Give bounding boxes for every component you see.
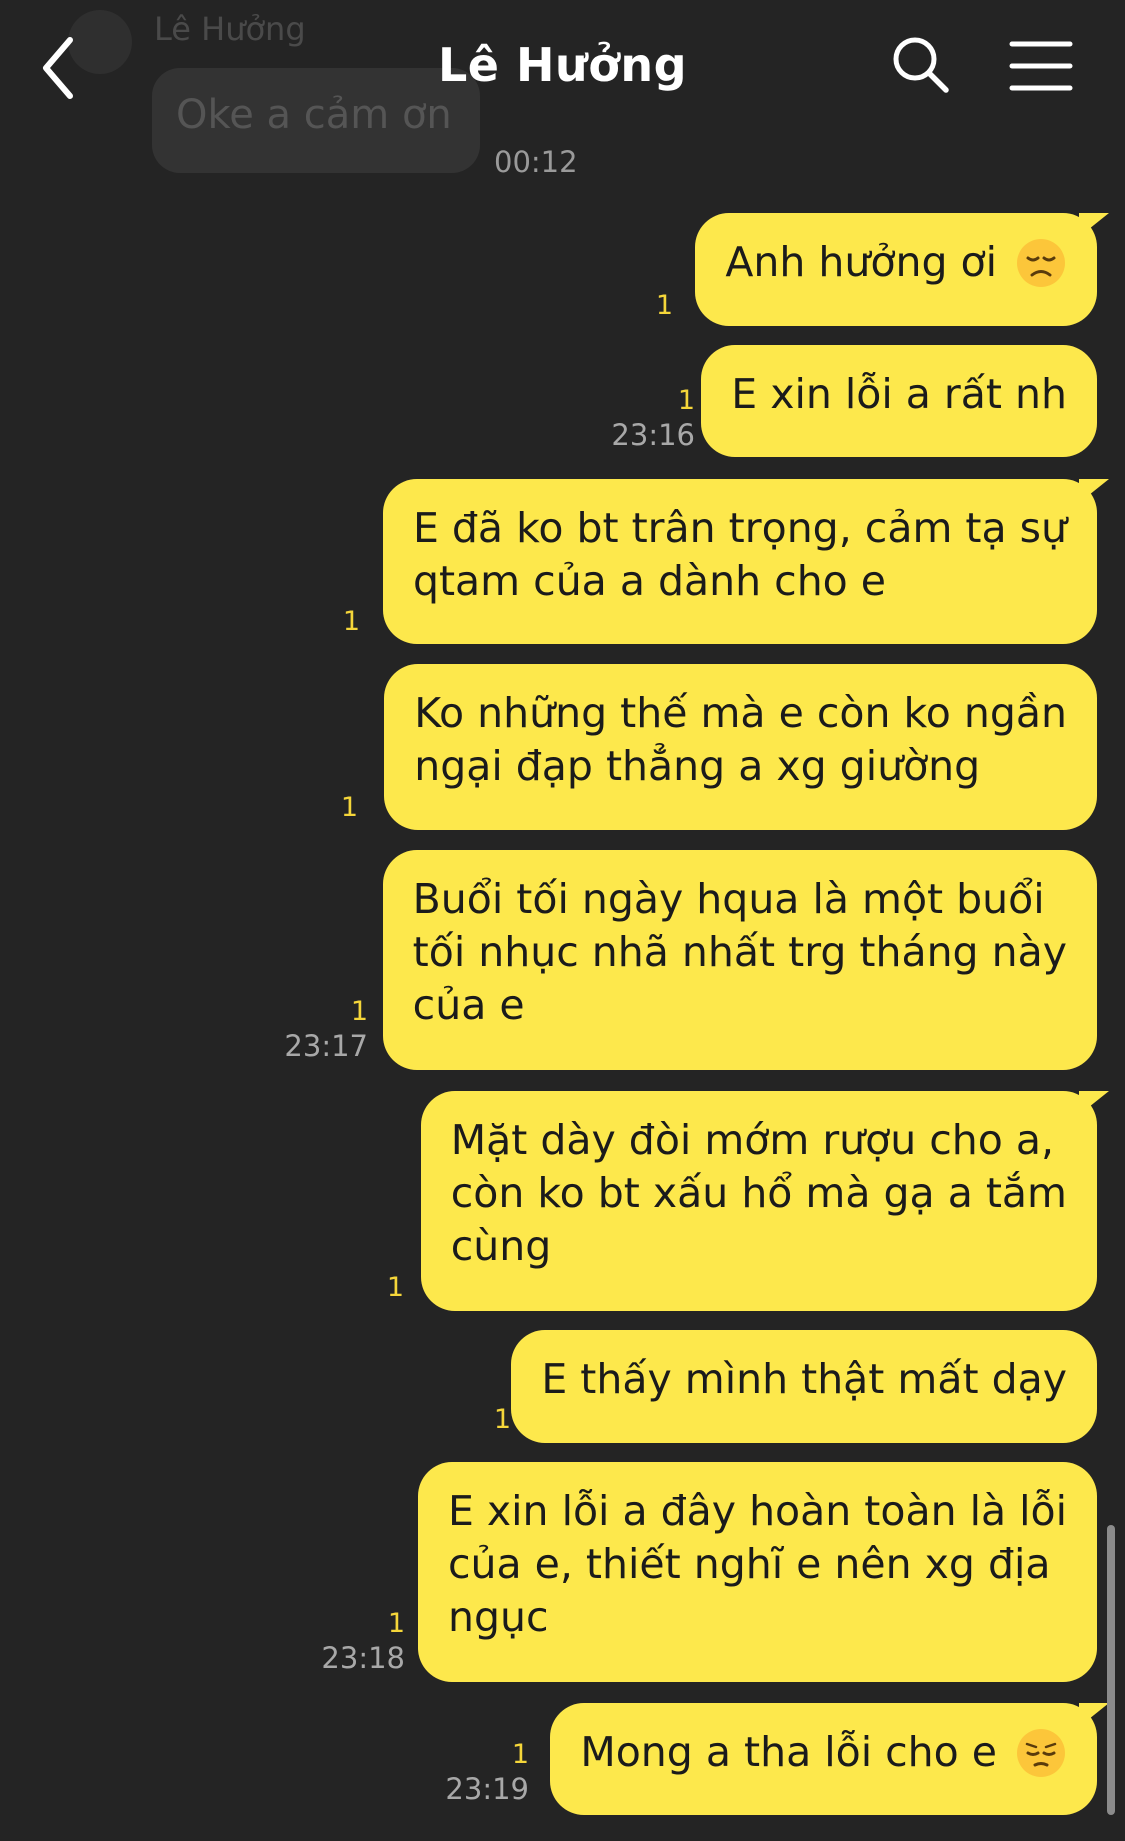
message-time: 23:16 bbox=[611, 418, 695, 452]
outgoing-message-bubble[interactable]: E đã ko bt trân trọng, cảm tạ sự qtam củ… bbox=[382, 479, 1097, 644]
message-meta: 1 bbox=[656, 290, 673, 322]
incoming-message-time: 00:12 bbox=[494, 145, 578, 179]
message-meta: 1 bbox=[494, 1404, 511, 1436]
message-time: 23:19 bbox=[445, 1772, 529, 1806]
search-button[interactable] bbox=[890, 34, 952, 96]
menu-button[interactable] bbox=[1008, 38, 1074, 94]
outgoing-message-bubble[interactable]: E thấy mình thật mất dạy bbox=[511, 1330, 1097, 1443]
message-meta: 1 23:17 bbox=[284, 996, 368, 1064]
search-icon bbox=[893, 37, 949, 93]
unread-count: 1 bbox=[493, 1404, 511, 1435]
message-text-line: của e, thiết nghĩ e nên xg địa bbox=[447, 1540, 1051, 1588]
message-time: 23:18 bbox=[321, 1641, 405, 1675]
unread-count: 1 bbox=[386, 1272, 404, 1303]
message-meta: 1 bbox=[387, 1272, 404, 1304]
outgoing-message-bubble[interactable]: Mặt dày đòi mớm rượu cho a, còn ko bt xấ… bbox=[420, 1091, 1097, 1311]
unread-count: 1 bbox=[655, 290, 673, 321]
message-text-line: của e bbox=[412, 981, 525, 1029]
message-meta: 1 23:19 bbox=[445, 1739, 529, 1807]
unread-count: 1 bbox=[677, 385, 695, 416]
chat-screen: Lê Hưởng Oke a cảm ơn 00:12 Lê Hưởng Anh… bbox=[0, 0, 1125, 1841]
chat-header: Lê Hưởng bbox=[0, 0, 1125, 140]
message-text-line: còn ko bt xấu hổ mà gạ a tắm bbox=[450, 1169, 1067, 1217]
message-meta: 1 bbox=[341, 792, 358, 824]
message-text-line: cùng bbox=[450, 1222, 552, 1270]
message-meta: 1 bbox=[343, 606, 360, 638]
unread-count: 1 bbox=[342, 606, 360, 637]
message-meta: 1 23:18 bbox=[321, 1608, 405, 1676]
message-text: Anh hưởng ơi bbox=[725, 238, 997, 286]
unread-count: 1 bbox=[511, 1739, 529, 1770]
disappointed-face-emoji bbox=[1017, 238, 1065, 287]
outgoing-message-bubble[interactable]: Mong a tha lỗi cho e bbox=[550, 1703, 1097, 1815]
message-text-line: Mặt dày đòi mớm rượu cho a, bbox=[450, 1116, 1055, 1164]
chat-title: Lê Hưởng bbox=[437, 38, 688, 92]
outgoing-message-bubble[interactable]: Ko những thế mà e còn ko ngần ngại đạp t… bbox=[384, 664, 1097, 830]
message-text-line: Ko những thế mà e còn ko ngần bbox=[414, 689, 1067, 737]
message-meta: 1 23:16 bbox=[611, 385, 695, 453]
message-text-line: E đã ko bt trân trọng, cảm tạ sự bbox=[412, 504, 1067, 552]
unread-count: 1 bbox=[340, 792, 358, 823]
outgoing-message-bubble[interactable]: Anh hưởng ơi bbox=[695, 213, 1097, 326]
message-text: Mong a tha lỗi cho e bbox=[580, 1728, 997, 1776]
message-text-line: tối nhục nhã nhất trg tháng này bbox=[412, 928, 1067, 976]
message-text-line: qtam của a dành cho e bbox=[412, 557, 887, 605]
message-text: E thấy mình thật mất dạy bbox=[541, 1355, 1067, 1403]
outgoing-message-bubble[interactable]: E xin lỗi a rất nh bbox=[701, 345, 1097, 457]
pensive-face-emoji bbox=[1017, 1728, 1065, 1777]
outgoing-message-bubble[interactable]: Buổi tối ngày hqua là một buổi tối nhục … bbox=[382, 850, 1097, 1070]
outgoing-message-bubble[interactable]: E xin lỗi a đây hoàn toàn là lỗi của e, … bbox=[417, 1462, 1097, 1682]
message-text-line: E xin lỗi a đây hoàn toàn là lỗi bbox=[447, 1487, 1067, 1535]
hamburger-menu-icon bbox=[1009, 41, 1073, 91]
message-text-line: ngại đạp thẳng a xg giường bbox=[414, 742, 981, 790]
message-text: E xin lỗi a rất nh bbox=[731, 370, 1067, 418]
unread-count: 1 bbox=[387, 1608, 405, 1639]
message-text-line: Buổi tối ngày hqua là một buổi bbox=[412, 875, 1045, 923]
scrollbar[interactable] bbox=[1107, 1525, 1115, 1815]
message-time: 23:17 bbox=[284, 1029, 368, 1063]
unread-count: 1 bbox=[350, 996, 368, 1027]
message-text-line: ngục bbox=[447, 1593, 549, 1641]
